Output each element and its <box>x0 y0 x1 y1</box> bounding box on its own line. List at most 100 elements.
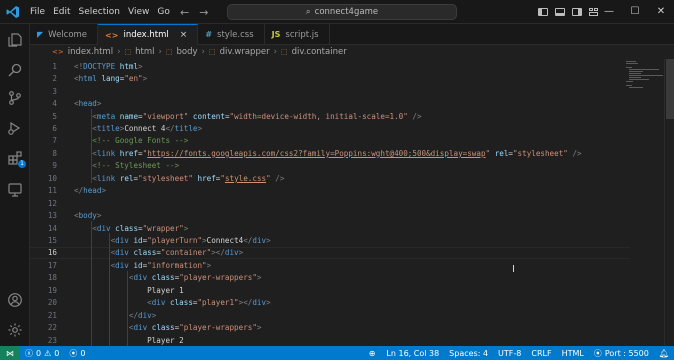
code-line[interactable]: 9 <!-- Stylesheet --> <box>30 160 630 172</box>
settings-gear-icon[interactable] <box>0 316 30 344</box>
line-number: 22 <box>47 323 57 333</box>
tab-index-html[interactable]: <> index.html × <box>98 24 199 45</box>
code-line[interactable]: 6 <title>Connect 4</title> <box>30 122 630 134</box>
line-number: 11 <box>47 186 57 196</box>
code-line[interactable]: 23 Player 2 <box>30 334 630 346</box>
code-line[interactable]: 5 <meta name="viewport" content="width=d… <box>30 110 630 122</box>
code-text: <div class="player-wrappers"> <box>128 273 262 283</box>
minimap[interactable] <box>626 59 664 119</box>
code-line[interactable]: 2 <html lang="en"> <box>30 72 630 84</box>
notifications-bell-icon[interactable]: 🔔︎ <box>654 349 674 358</box>
code-line[interactable]: 11 </head> <box>30 185 630 197</box>
vertical-scrollbar[interactable] <box>664 59 674 346</box>
code-line[interactable]: 4 <head> <box>30 97 630 109</box>
remote-indicator[interactable]: ⋈ <box>0 346 20 360</box>
encoding[interactable]: UTF-8 <box>493 349 526 358</box>
indent-guide <box>127 270 128 346</box>
cursor-position[interactable]: Ln 16, Col 38 <box>381 349 444 358</box>
run-debug-icon[interactable] <box>0 114 30 142</box>
code-line[interactable]: 22 <div class="player-wrappers"> <box>30 321 630 333</box>
search-view-icon[interactable] <box>0 56 30 84</box>
code-line[interactable]: 15 <div id="playerTurn">Connect4</div> <box>30 234 630 246</box>
code-line[interactable]: 12 <box>30 197 630 209</box>
forward-arrow-icon[interactable]: → <box>199 6 208 19</box>
line-number: 23 <box>47 335 57 345</box>
menu-file[interactable]: File <box>26 0 49 24</box>
tab-script-js[interactable]: JS script.js <box>265 24 330 45</box>
zoom-icon[interactable]: ⊕ <box>363 349 382 358</box>
code-line[interactable]: 19 Player 1 <box>30 284 630 296</box>
line-number: 10 <box>47 173 57 183</box>
code-line[interactable]: 20 <div class="player1"></div> <box>30 297 630 309</box>
code-line[interactable]: 17 <div id="information"> <box>30 259 630 271</box>
breadcrumb-item[interactable]: div.container <box>292 47 347 57</box>
layout-controls <box>538 0 599 24</box>
close-tab-icon[interactable]: × <box>180 30 188 40</box>
language-mode[interactable]: HTML <box>557 349 589 358</box>
code-editor[interactable]: I 1 <!DOCTYPE html> 2 <html lang="en"> 3 4 <he… <box>30 59 674 346</box>
code-line[interactable]: 8 <link href="https://fonts.googleapis.c… <box>30 147 630 159</box>
element-icon: ⬚ <box>124 48 132 56</box>
code-line[interactable]: 14 <div class="wrapper"> <box>30 222 630 234</box>
menu-edit[interactable]: Edit <box>49 0 74 24</box>
breadcrumb-item[interactable]: html <box>135 47 154 57</box>
element-icon: ⬚ <box>280 48 288 56</box>
vscode-icon: ◤ <box>37 30 44 39</box>
html-icon: <> <box>105 30 119 40</box>
element-icon: ⬚ <box>165 48 173 56</box>
status-right: ⊕ Ln 16, Col 38 Spaces: 4 UTF-8 CRLF HTM… <box>363 346 674 360</box>
code-text: <!DOCTYPE html> <box>74 61 143 71</box>
breadcrumb-item[interactable]: body <box>177 47 198 57</box>
code-line[interactable]: 3 <box>30 85 630 97</box>
minimize-icon[interactable]: — <box>596 0 622 24</box>
code-text: <body> <box>74 211 102 221</box>
command-center[interactable]: ⌕ connect4game <box>227 4 457 20</box>
code-line[interactable]: 21 </div> <box>30 309 630 321</box>
menu-selection[interactable]: Selection <box>75 0 124 24</box>
ports-indicator[interactable]: ⦿ 0 <box>64 348 90 359</box>
scrollbar-thumb[interactable] <box>666 59 674 119</box>
close-window-icon[interactable]: ✕ <box>648 0 674 24</box>
code-line[interactable]: 10 <link rel="stylesheet" href="style.cs… <box>30 172 630 184</box>
live-server-port[interactable]: ⦿ Port : 5500 <box>589 348 654 359</box>
menu-view[interactable]: View <box>124 0 153 24</box>
tab-style-css[interactable]: # style.css <box>198 24 265 45</box>
extensions-icon[interactable]: 1 <box>0 144 30 172</box>
code-text: <div id="playerTurn">Connect4</div> <box>110 236 271 246</box>
problems-indicator[interactable]: ⓧ 0 ⚠ 0 <box>20 348 64 359</box>
code-line[interactable]: 16 <div class="container"></div> <box>30 246 630 260</box>
toggle-secondary-sidebar-icon[interactable] <box>572 8 582 16</box>
code-line[interactable]: 1 <!DOCTYPE html> <box>30 60 630 72</box>
toggle-sidebar-icon[interactable] <box>538 8 548 16</box>
remote-explorer-icon[interactable] <box>0 176 30 204</box>
tab-label: Welcome <box>48 29 88 40</box>
maximize-icon[interactable]: ☐ <box>622 0 648 24</box>
breadcrumb-item[interactable]: index.html <box>68 47 113 57</box>
history-nav: ← → <box>180 0 208 24</box>
source-control-icon[interactable] <box>0 84 30 112</box>
accounts-icon[interactable] <box>0 286 30 314</box>
menu-bar: File Edit Selection View Go <box>26 0 174 24</box>
line-number: 4 <box>52 99 57 109</box>
code-text: </head> <box>74 186 107 196</box>
breadcrumb-item[interactable]: div.wrapper <box>220 47 270 57</box>
extensions-badge: 1 <box>18 160 26 168</box>
broadcast-icon: ⦿ <box>593 348 602 358</box>
explorer-icon[interactable] <box>0 26 30 54</box>
warning-count: 0 <box>54 348 60 358</box>
menu-go[interactable]: Go <box>153 0 173 24</box>
code-line[interactable]: 7 <!-- Google Fonts --> <box>30 135 630 147</box>
code-line[interactable]: 18 <div class="player-wrappers"> <box>30 272 630 284</box>
chevron-right-icon: › <box>158 47 162 57</box>
indentation[interactable]: Spaces: 4 <box>444 349 493 358</box>
port-label: Port : 5500 <box>604 348 649 358</box>
line-number: 17 <box>47 260 57 270</box>
toggle-panel-icon[interactable] <box>555 8 565 16</box>
tab-welcome[interactable]: ◤ Welcome <box>30 24 99 45</box>
element-icon: ⬚ <box>208 48 216 56</box>
line-endings[interactable]: CRLF <box>526 349 556 358</box>
back-arrow-icon[interactable]: ← <box>180 6 189 19</box>
ports-count: 0 <box>80 348 86 358</box>
tab-label: script.js <box>285 29 319 40</box>
code-line[interactable]: 13 <body> <box>30 209 630 221</box>
